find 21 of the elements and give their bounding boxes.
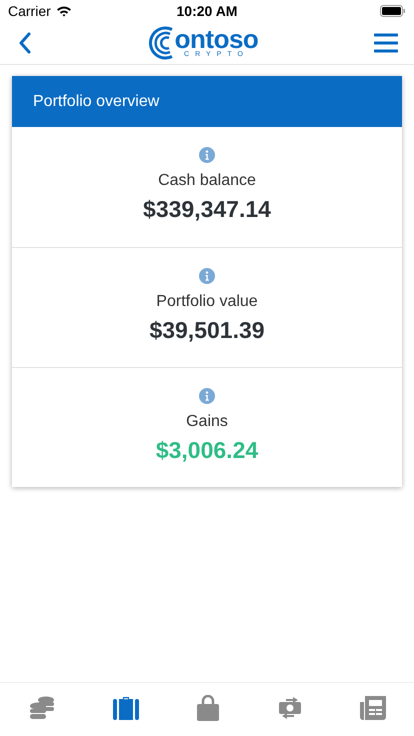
info-icon[interactable] (199, 268, 215, 284)
metric-value: $339,347.14 (143, 196, 271, 223)
briefcase-icon (113, 696, 140, 720)
coins-icon (28, 694, 56, 720)
card-title: Portfolio overview (33, 92, 160, 110)
info-icon[interactable] (199, 388, 215, 404)
metric-label: Gains (186, 413, 228, 431)
info-icon[interactable] (199, 147, 215, 163)
wifi-icon (56, 5, 72, 17)
metric-value: $3,006.24 (156, 437, 258, 464)
metric-label: Portfolio value (156, 293, 258, 311)
metric-value: $39,501.39 (149, 317, 265, 344)
status-time: 10:20 AM (176, 3, 238, 19)
money-exchange-icon (276, 696, 303, 720)
shopping-bag-icon (196, 694, 220, 720)
logo-mark-icon (148, 26, 174, 60)
battery-icon (380, 5, 406, 17)
logo-text: ontoso (174, 27, 258, 51)
metric-label: Cash balance (158, 172, 256, 190)
newspaper-icon (360, 696, 386, 720)
carrier-name: Carrier (8, 3, 51, 19)
